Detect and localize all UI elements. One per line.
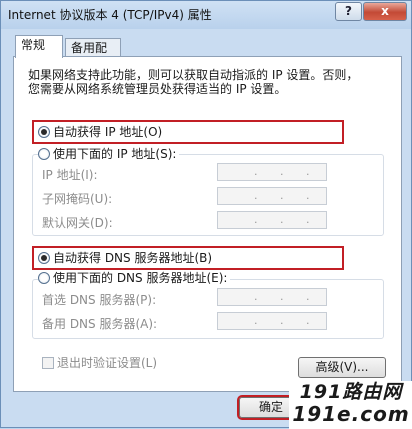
ip-dot: . bbox=[254, 165, 258, 178]
radio-selected-icon[interactable] bbox=[38, 252, 50, 264]
general-tab-panel: 如果网络支持此功能，则可以获取自动指派的 IP 设置。否则， 您需要从网络系统管… bbox=[13, 56, 402, 392]
ip-manual-label: 使用下面的 IP 地址(S): bbox=[53, 147, 177, 161]
description-line-2: 您需要从网络系统管理员处获得适当的 IP 设置。 bbox=[28, 82, 287, 96]
ip-dot: . bbox=[280, 314, 284, 327]
description-line-1: 如果网络支持此功能，则可以获取自动指派的 IP 设置。否则， bbox=[28, 68, 359, 82]
help-button[interactable]: ? bbox=[335, 2, 362, 21]
ip-manual-radio[interactable]: 使用下面的 IP 地址(S): bbox=[38, 146, 180, 162]
ip-dot: . bbox=[280, 189, 284, 202]
radio-selected-icon[interactable] bbox=[38, 126, 50, 138]
dns-manual-label: 使用下面的 DNS 服务器地址(E): bbox=[53, 271, 228, 285]
ip-dot: . bbox=[306, 165, 310, 178]
watermark-line-2: 191e.com bbox=[292, 402, 410, 426]
alternate-dns-input[interactable]: ... bbox=[217, 312, 327, 330]
dialog-window: Internet 协议版本 4 (TCP/IPv4) 属性 ? x 常规 备用配… bbox=[0, 0, 412, 429]
ip-address-input[interactable]: ... bbox=[217, 163, 327, 181]
ip-dot: . bbox=[306, 290, 310, 303]
window-title: Internet 协议版本 4 (TCP/IPv4) 属性 bbox=[8, 8, 212, 22]
ip-dot: . bbox=[280, 213, 284, 226]
ip-dot: . bbox=[254, 314, 258, 327]
ip-dot: . bbox=[254, 290, 258, 303]
ip-dot: . bbox=[254, 189, 258, 202]
tab-general[interactable]: 常规 bbox=[15, 35, 63, 58]
advanced-button[interactable]: 高级(V)... bbox=[298, 357, 386, 378]
radio-unselected-icon[interactable] bbox=[38, 272, 50, 284]
default-gateway-label: 默认网关(D): bbox=[42, 216, 113, 230]
ip-dot: . bbox=[306, 314, 310, 327]
checkbox-icon[interactable] bbox=[42, 357, 54, 369]
ip-auto-radio[interactable]: 自动获得 IP 地址(O) bbox=[38, 124, 162, 140]
validate-settings-checkbox[interactable]: 退出时验证设置(L) bbox=[42, 354, 157, 371]
site-watermark-logo: 191路由网 191e.com bbox=[289, 381, 412, 429]
ip-dot: . bbox=[254, 213, 258, 226]
ip-address-label: IP 地址(I): bbox=[42, 168, 98, 182]
default-gateway-input[interactable]: ... bbox=[217, 211, 327, 229]
dns-manual-radio[interactable]: 使用下面的 DNS 服务器地址(E): bbox=[38, 270, 231, 286]
dns-auto-radio[interactable]: 自动获得 DNS 服务器地址(B) bbox=[38, 250, 212, 266]
tab-alternate-config[interactable]: 备用配置 bbox=[65, 38, 121, 73]
preferred-dns-label: 首选 DNS 服务器(P): bbox=[42, 293, 157, 307]
ip-dot: . bbox=[280, 290, 284, 303]
description-text: 如果网络支持此功能，则可以获取自动指派的 IP 设置。否则， 您需要从网络系统管… bbox=[28, 68, 378, 96]
ip-auto-label: 自动获得 IP 地址(O) bbox=[53, 125, 163, 139]
subnet-mask-input[interactable]: ... bbox=[217, 187, 327, 205]
validate-settings-label: 退出时验证设置(L) bbox=[57, 356, 158, 370]
close-button[interactable]: x bbox=[363, 2, 407, 21]
ip-dot: . bbox=[306, 213, 310, 226]
preferred-dns-input[interactable]: ... bbox=[217, 288, 327, 306]
watermark-line-1: 191路由网 bbox=[299, 381, 403, 403]
subnet-mask-label: 子网掩码(U): bbox=[42, 192, 113, 206]
ip-dot: . bbox=[280, 165, 284, 178]
alternate-dns-label: 备用 DNS 服务器(A): bbox=[42, 317, 158, 331]
dns-auto-label: 自动获得 DNS 服务器地址(B) bbox=[53, 251, 213, 265]
ip-dot: . bbox=[306, 189, 310, 202]
radio-unselected-icon[interactable] bbox=[38, 148, 50, 160]
title-bar: Internet 协议版本 4 (TCP/IPv4) 属性 ? x bbox=[1, 1, 412, 27]
